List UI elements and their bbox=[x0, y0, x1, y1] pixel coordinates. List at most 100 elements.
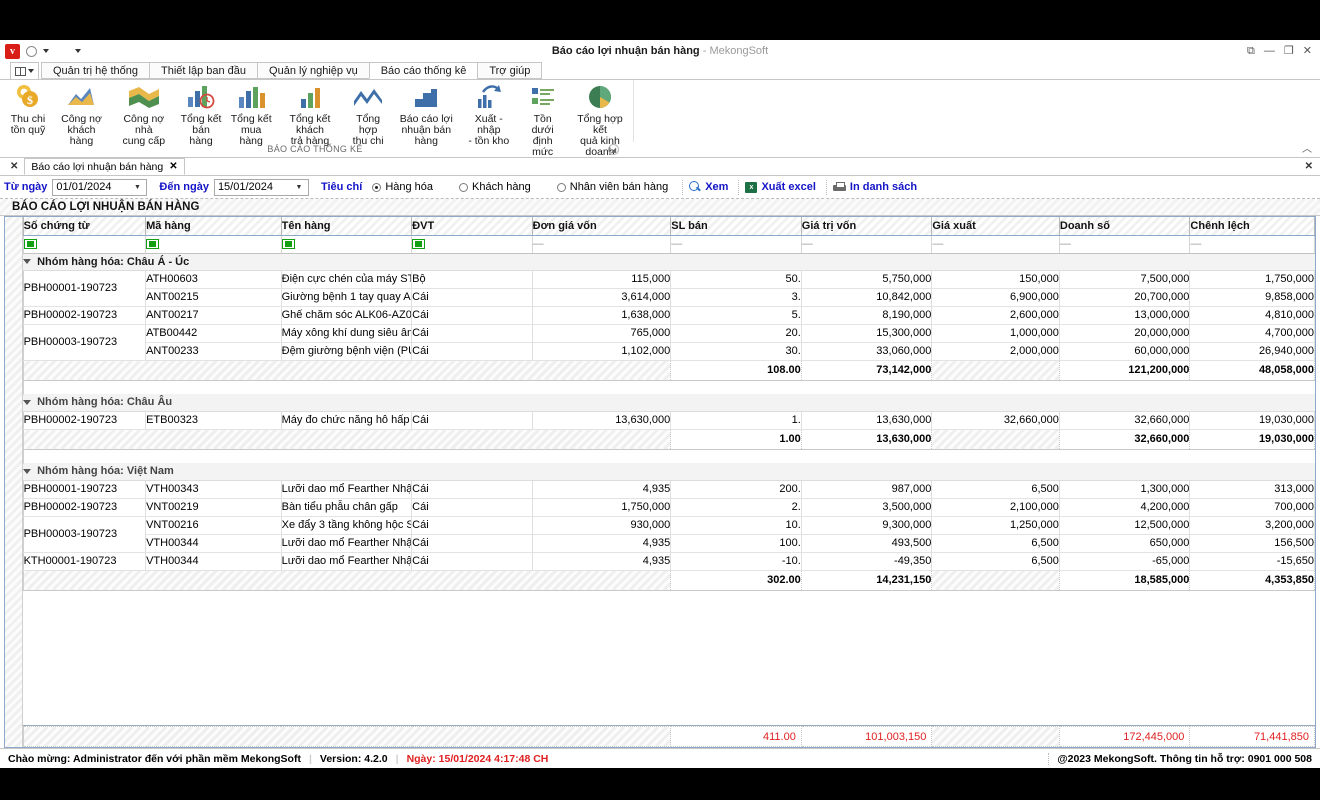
to-date-input[interactable]: 15/01/2024 ▼ bbox=[213, 178, 309, 196]
filter-cell-dvt[interactable] bbox=[411, 235, 533, 254]
column-header-sl-ban[interactable]: SL bán bbox=[670, 217, 802, 236]
print-list-button[interactable]: In danh sách bbox=[832, 181, 917, 193]
grid-filter-row[interactable]: — — — — — — bbox=[5, 235, 1315, 254]
ribbon-button-tong-ket-khach-tra-hang[interactable]: Tổng kết khách trả hàng bbox=[277, 80, 343, 147]
cell-don-gia-von: 13,630,000 bbox=[532, 411, 672, 430]
radio-icon[interactable] bbox=[459, 182, 469, 192]
divider: | bbox=[395, 752, 399, 765]
minimize-icon[interactable]: — bbox=[1264, 45, 1275, 57]
chevron-up-icon[interactable]: ︿ bbox=[1302, 140, 1312, 155]
column-header-doanh-so[interactable]: Doanh số bbox=[1059, 217, 1191, 236]
view-button[interactable]: Xem bbox=[689, 181, 728, 193]
ribbon-button-xuat-nhap-ton-kho[interactable]: Xuất - nhập - tồn kho bbox=[459, 80, 518, 147]
column-header-chenh-lech[interactable]: Chênh lệch bbox=[1189, 217, 1315, 236]
ribbon-button-tong-ket-ban-hang[interactable]: Tổng kết bán hàng bbox=[177, 80, 226, 147]
circle-icon[interactable] bbox=[26, 45, 37, 57]
table-row[interactable]: PBH00002-190723 ETB00323 Máy đo chức năn… bbox=[5, 411, 1315, 430]
filter-cell-ten-hang[interactable] bbox=[281, 235, 413, 254]
document-tab-bao-cao-loi-nhuan[interactable]: Báo cáo lợi nhuận bán hàng ✕ bbox=[24, 158, 185, 175]
close-document-icon[interactable]: ✕ bbox=[1305, 161, 1313, 172]
filter-cell-chenh-lech[interactable]: — bbox=[1189, 235, 1315, 254]
table-row[interactable]: PBH00002-190723 ANT00217 Ghế chăm sóc AL… bbox=[5, 306, 1315, 325]
collapse-triangle-icon[interactable] bbox=[23, 468, 32, 474]
table-row[interactable]: ANT00215 Giường bệnh 1 tay quay A… Cái 3… bbox=[5, 288, 1315, 307]
group-header-row[interactable]: ▶ Nhóm hàng hóa: Châu Á - Úc bbox=[5, 253, 1315, 271]
radio-icon[interactable] bbox=[372, 182, 382, 192]
cell-ten-hang: Lưỡi dao mổ Fearther Nhật… bbox=[281, 552, 413, 571]
ribbon-tab-bao-cao-thong-ke[interactable]: Báo cáo thống kê bbox=[368, 62, 479, 79]
maximize-icon[interactable]: ❐ bbox=[1284, 45, 1294, 57]
column-header-ma-hang[interactable]: Mã hàng bbox=[145, 217, 282, 236]
ribbon-tab-strip[interactable]: Quản trị hệ thống Thiết lập ban đầu Quản… bbox=[0, 62, 1320, 80]
radio-icon[interactable] bbox=[556, 182, 566, 192]
table-row[interactable]: PBH00003-190723 VNT00216 Xe đẩy 3 tầng k… bbox=[5, 516, 1315, 553]
group-title-chau-a-uc[interactable]: Nhóm hàng hóa: Châu Á - Úc bbox=[23, 253, 1315, 271]
radio-khach-hang[interactable]: Khách hàng bbox=[459, 181, 531, 193]
column-header-so-chung-tu[interactable]: Số chứng từ bbox=[23, 217, 147, 236]
collapse-triangle-icon[interactable] bbox=[23, 399, 32, 405]
filter-cell-doanh-so[interactable]: — bbox=[1059, 235, 1191, 254]
radio-hang-hoa[interactable]: Hàng hóa bbox=[372, 181, 433, 193]
app-logo-icon[interactable]: v bbox=[5, 43, 20, 59]
column-header-ten-hang[interactable]: Tên hàng bbox=[281, 217, 413, 236]
column-header-don-gia-von[interactable]: Đơn giá vốn bbox=[532, 217, 672, 236]
collapse-triangle-icon[interactable] bbox=[23, 259, 32, 265]
report-grid[interactable]: Số chứng từ Mã hàng Tên hàng ĐVT Đơn giá… bbox=[4, 216, 1316, 748]
cell-chenh-lech: 19,030,000 bbox=[1189, 411, 1315, 430]
window-title-app: - MekongSoft bbox=[702, 45, 769, 57]
table-row[interactable]: ANT00233 Đệm giường bệnh viện (PU… Cái 1… bbox=[5, 342, 1315, 361]
group-title-chau-au[interactable]: Nhóm hàng hóa: Châu Âu bbox=[23, 394, 1315, 412]
cell-dvt: Cái bbox=[411, 516, 533, 535]
filter-cell-gia-xuat[interactable]: — bbox=[931, 235, 1060, 254]
dialog-launcher-icon[interactable]: ◢ bbox=[608, 144, 619, 155]
grand-total-table: 411.00 101,003,150 172,445,000 71,441,85… bbox=[5, 726, 1315, 747]
table-row[interactable]: KTH00001-190723 VTH00344 Lưỡi dao mổ Fea… bbox=[5, 552, 1315, 571]
group-title-viet-nam[interactable]: Nhóm hàng hóa: Việt Nam bbox=[23, 463, 1315, 481]
ribbon-tab-quan-tri-he-thong[interactable]: Quản trị hệ thống bbox=[41, 62, 151, 79]
ribbon-tab-thiet-lap-ban-dau[interactable]: Thiết lập ban đầu bbox=[149, 62, 259, 79]
from-date-input[interactable]: 01/01/2024 ▼ bbox=[52, 178, 148, 196]
quick-access-more-icon[interactable] bbox=[75, 49, 81, 53]
quick-access-toolbar[interactable]: v bbox=[0, 43, 81, 59]
cell-chenh-lech: 26,940,000 bbox=[1189, 342, 1315, 361]
ribbon-button-cong-no-khach-hang[interactable]: Công nợ khách hàng bbox=[52, 80, 111, 147]
column-header-dvt[interactable]: ĐVT bbox=[411, 217, 533, 236]
chevron-down-icon[interactable]: ▼ bbox=[293, 184, 305, 191]
close-all-tabs-icon[interactable]: ✕ bbox=[4, 161, 24, 172]
group-header-row[interactable]: Nhóm hàng hóa: Châu Âu bbox=[5, 394, 1315, 412]
document-tab-strip[interactable]: ✕ Báo cáo lợi nhuận bán hàng ✕ ✕ bbox=[0, 158, 1320, 176]
chevron-down-icon[interactable]: ▼ bbox=[131, 184, 143, 191]
ribbon-file-menu-button[interactable] bbox=[10, 62, 39, 79]
ribbon-button-bao-cao-loi-nhuan-ban-hang[interactable]: Báo cáo lợi nhuận bán hàng bbox=[393, 80, 459, 147]
ribbon-tab-quan-ly-nghiep-vu[interactable]: Quản lý nghiệp vụ bbox=[257, 62, 370, 79]
table-row[interactable]: PBH00001-190723 VTH00343 Lưỡi dao mổ Fea… bbox=[5, 480, 1315, 499]
cell-doanh-so: 1,300,000 bbox=[1059, 480, 1191, 499]
radio-nhan-vien-ban-hang[interactable]: Nhân viên bán hàng bbox=[556, 181, 668, 193]
window-controls[interactable]: ⧉ — ❐ ✕ bbox=[1247, 45, 1320, 57]
group-header-row[interactable]: Nhóm hàng hóa: Việt Nam bbox=[5, 463, 1315, 481]
cell-ma-hang: ATH00603 bbox=[145, 270, 282, 289]
table-row[interactable]: VTH00344 Lưỡi dao mổ Fearther Nhật… Cái … bbox=[5, 534, 1315, 553]
export-excel-button[interactable]: x Xuất excel bbox=[745, 181, 816, 193]
close-icon[interactable]: ✕ bbox=[1303, 45, 1312, 57]
filter-bar[interactable]: Từ ngày 01/01/2024 ▼ Đến ngày 15/01/2024… bbox=[0, 176, 1320, 199]
column-header-gia-xuat[interactable]: Giá xuất bbox=[931, 217, 1060, 236]
filter-cell-sl-ban[interactable]: — bbox=[670, 235, 802, 254]
column-header-gia-tri-von[interactable]: Giá trị vốn bbox=[801, 217, 933, 236]
caret-down-icon[interactable] bbox=[43, 49, 49, 53]
restore-down-icon[interactable]: ⧉ bbox=[1247, 45, 1255, 57]
ribbon-tab-tro-giup[interactable]: Trợ giúp bbox=[477, 62, 543, 79]
filter-cell-gia-tri-von[interactable]: — bbox=[801, 235, 933, 254]
close-icon[interactable]: ✕ bbox=[169, 161, 177, 172]
ribbon-button-thu-chi-ton-quy[interactable]: $ Thu chi tồn quỹ bbox=[4, 80, 52, 136]
table-row[interactable]: PBH00002-190723 VNT00219 Bàn tiểu phẫu c… bbox=[5, 498, 1315, 517]
filter-cell-so-chung-tu[interactable] bbox=[23, 235, 147, 254]
bar-chart-clock-icon bbox=[186, 82, 216, 112]
filter-cell-ma-hang[interactable] bbox=[145, 235, 282, 254]
ribbon-button-tong-hop-thu-chi[interactable]: Tổng hợp thu chi bbox=[343, 80, 393, 147]
filter-cell-don-gia-von[interactable]: — bbox=[532, 235, 672, 254]
table-row[interactable]: PBH00001-190723 ATH00603 Điện cực chén c… bbox=[5, 270, 1315, 307]
ribbon-button-cong-no-nha-cung-cap[interactable]: Công nợ nhà cung cấp bbox=[111, 80, 177, 147]
ribbon-button-tong-ket-mua-hang[interactable]: Tổng kết mua hàng bbox=[225, 80, 277, 147]
table-row[interactable]: PBH00003-190723 ATB00442 Máy xông khí du… bbox=[5, 324, 1315, 361]
